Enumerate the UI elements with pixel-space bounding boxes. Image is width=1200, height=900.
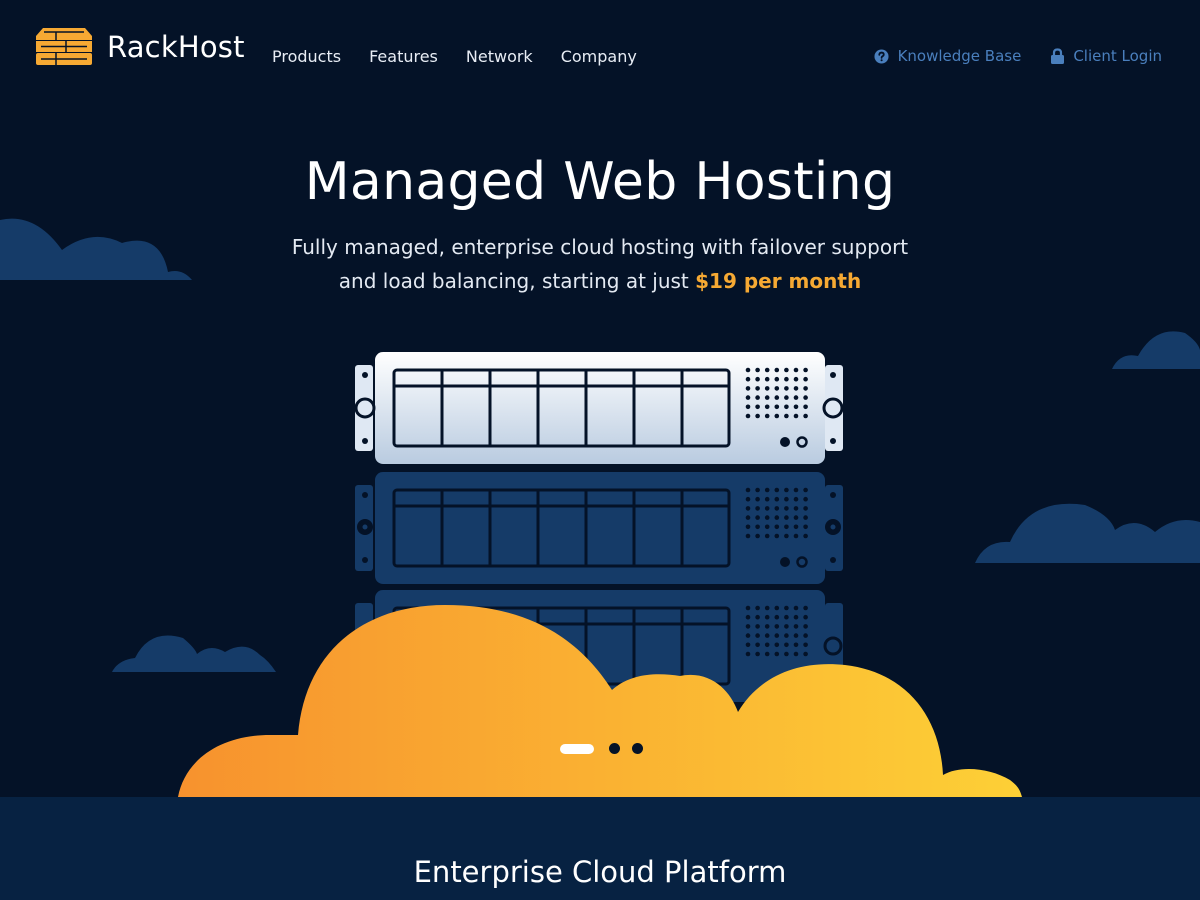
background-cloud-left-bottom xyxy=(112,635,276,672)
slider-dot-1[interactable] xyxy=(560,743,594,754)
lock-icon xyxy=(1051,48,1065,64)
hero-subtitle-line2: and load balancing, starting at just xyxy=(338,269,696,293)
nav-features[interactable]: Features xyxy=(369,47,438,66)
hero-subtitle: Fully managed, enterprise cloud hosting … xyxy=(0,230,1200,298)
slider-dot-3[interactable] xyxy=(632,743,643,754)
question-circle-icon xyxy=(874,48,889,64)
site-header: RackHost Products Features Network Compa… xyxy=(0,0,1200,110)
slider-dots xyxy=(560,743,643,754)
platform-section: Enterprise Cloud Platform xyxy=(0,797,1200,900)
hero-illustration xyxy=(0,218,1200,797)
knowledge-base-link[interactable]: Knowledge Base xyxy=(874,47,1022,65)
main-nav: Products Features Network Company xyxy=(272,47,665,66)
hero-title: Managed Web Hosting xyxy=(304,152,896,212)
hero-section: RackHost Products Features Network Compa… xyxy=(0,0,1200,797)
knowledge-base-label: Knowledge Base xyxy=(897,47,1022,65)
hero-subtitle-line1: Fully managed, enterprise cloud hosting … xyxy=(291,235,909,259)
nav-products[interactable]: Products xyxy=(272,47,341,66)
nav-company[interactable]: Company xyxy=(561,47,637,66)
background-cloud-right-middle xyxy=(975,503,1200,563)
brand-name: RackHost xyxy=(107,30,245,64)
slider-dot-2[interactable] xyxy=(609,743,620,754)
server-rack-middle xyxy=(355,472,843,584)
client-login-link[interactable]: Client Login xyxy=(1051,47,1162,65)
server-stack-icon xyxy=(36,28,92,65)
client-login-label: Client Login xyxy=(1073,47,1162,65)
utility-nav: Knowledge Base Client Login xyxy=(844,47,1162,65)
nav-network[interactable]: Network xyxy=(466,47,533,66)
background-cloud-right-top xyxy=(1112,331,1200,369)
section-title: Enterprise Cloud Platform xyxy=(413,855,787,889)
server-rack-top xyxy=(354,352,844,464)
hero-price: $19 per month xyxy=(695,269,862,293)
brand-logo[interactable]: RackHost xyxy=(36,28,245,66)
